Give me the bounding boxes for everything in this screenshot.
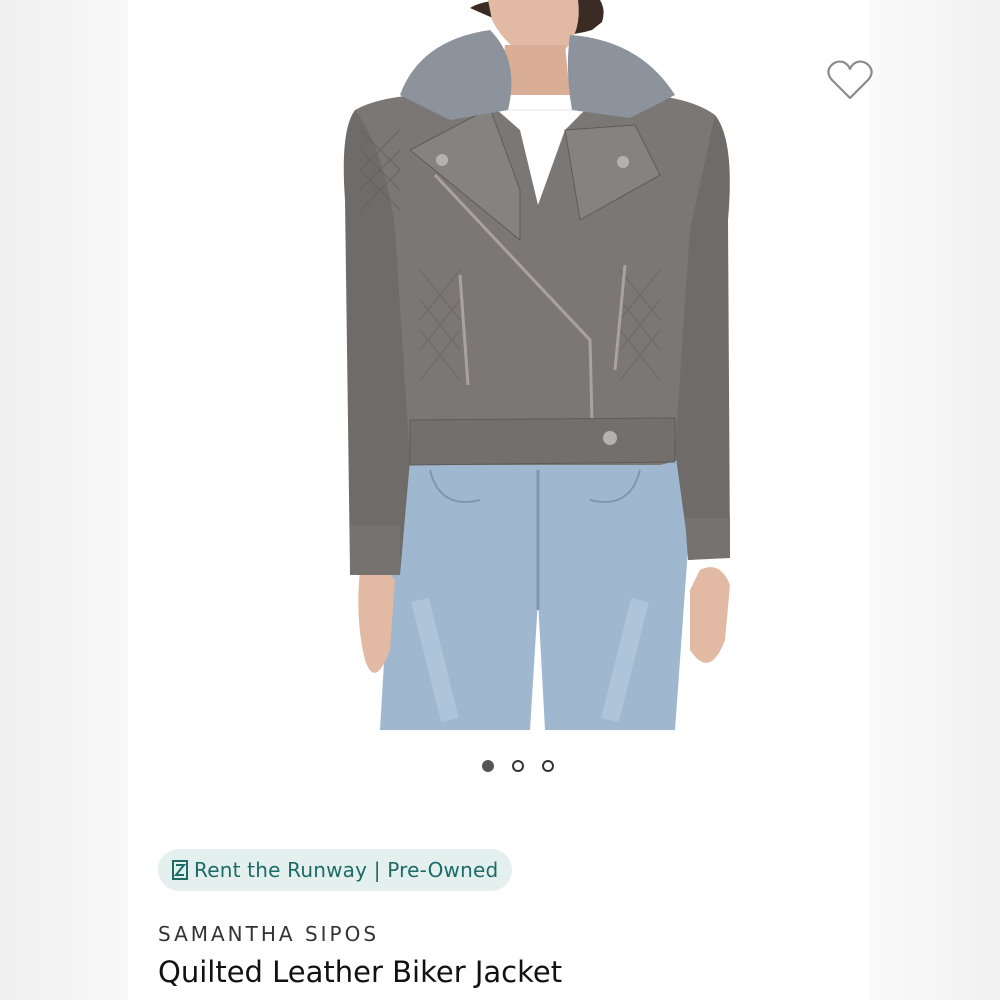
badge-text: Rent the Runway | Pre-Owned: [194, 858, 499, 882]
product-title: Quilted Leather Biker Jacket: [158, 955, 563, 989]
carousel-dot-3[interactable]: [542, 760, 554, 772]
rtr-logo-icon: [172, 860, 188, 880]
carousel-dot-2[interactable]: [512, 760, 524, 772]
carousel-dot-1[interactable]: [482, 760, 494, 772]
right-margin: [870, 0, 1000, 1000]
product-brand[interactable]: SAMANTHA SIPOS: [158, 922, 379, 946]
carousel-pagination: [482, 760, 554, 772]
product-image[interactable]: [220, 0, 740, 730]
pre-owned-badge: Rent the Runway | Pre-Owned: [158, 849, 513, 891]
left-margin: [0, 0, 128, 1000]
heart-outline-icon[interactable]: [826, 58, 874, 102]
